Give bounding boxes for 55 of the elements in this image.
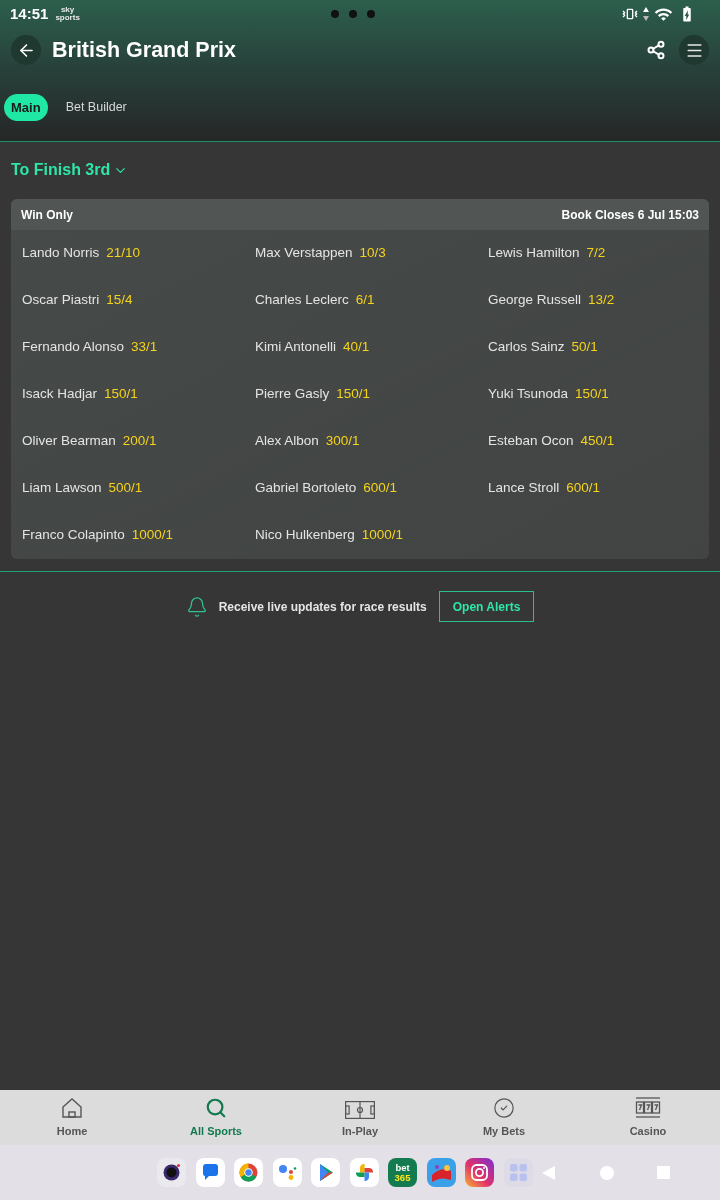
selection-button[interactable]: Nico Hulkenberg 1000/1 (255, 512, 404, 559)
selection-button[interactable]: Carlos Sainz 50/1 (488, 324, 598, 371)
pitch-icon (345, 1100, 375, 1119)
selection-button[interactable]: George Russell 13/2 (488, 277, 615, 324)
selection-button[interactable]: Pierre Gasly 150/1 (255, 371, 371, 418)
open-alerts-button[interactable]: Open Alerts (438, 591, 535, 622)
nav-tab[interactable]: Casino (576, 1090, 720, 1145)
alert-message: Receive live updates for race results (218, 598, 427, 616)
selection-button[interactable]: Lewis Hamilton 7/2 (488, 230, 606, 277)
camera-outline-icon[interactable] (465, 1158, 494, 1187)
back-button[interactable] (11, 35, 41, 65)
candy-icon[interactable] (426, 1158, 456, 1187)
selection-button[interactable]: Franco Colapinto 1000/1 (22, 512, 174, 559)
selection-button[interactable]: Yuki Tsunoda 150/1 (488, 371, 609, 418)
menu-button[interactable] (679, 35, 709, 65)
camera-dots-icon (331, 10, 375, 18)
chat-bubble-icon[interactable] (195, 1158, 225, 1187)
data-arrows-icon (643, 7, 649, 21)
selection-button[interactable]: Charles Leclerc 6/1 (255, 277, 375, 324)
selection-button[interactable]: Esteban Ocon 450/1 (488, 418, 615, 465)
selection-button[interactable]: Lance Stroll 600/1 (488, 465, 601, 512)
bell-icon (185, 595, 208, 618)
camera-app-icon[interactable] (157, 1158, 186, 1187)
search-icon (205, 1096, 227, 1119)
tab[interactable]: Main (4, 94, 48, 121)
check-circle-icon (493, 1096, 515, 1119)
pinwheel-icon[interactable] (349, 1158, 379, 1187)
tab[interactable]: Bet Builder (63, 94, 129, 121)
share-icon (646, 40, 666, 60)
nav-tab[interactable]: In-Play (288, 1090, 432, 1145)
selection-button[interactable]: Liam Lawson 500/1 (22, 465, 143, 512)
bet-type-label: Win Only (21, 206, 73, 224)
clock-time: 14:51 (10, 3, 49, 24)
nav-tab[interactable]: All Sports (144, 1090, 288, 1145)
page-title: British Grand Prix (52, 36, 236, 64)
market-dropdown[interactable]: To Finish 3rd (11, 160, 129, 180)
book-closes-label: Book Closes 6 Jul 15:03 (561, 206, 699, 224)
house-icon (61, 1096, 83, 1119)
app-shortcut[interactable]: bet 365 (388, 1158, 417, 1187)
selection-button[interactable]: Oliver Bearman 200/1 (22, 418, 157, 465)
nav-tab[interactable]: Home (0, 1090, 144, 1145)
selection-button[interactable]: Lando Norris 21/10 (22, 230, 141, 277)
selection-button[interactable]: Gabriel Bortoleto 600/1 (255, 465, 398, 512)
selection-button[interactable]: Alex Albon 300/1 (255, 418, 360, 465)
selection-button[interactable]: Oscar Piastri 15/4 (22, 277, 133, 324)
selection-button[interactable]: Max Verstappen 10/3 (255, 230, 386, 277)
selection-button[interactable]: Fernando Alonso 33/1 (22, 324, 158, 371)
back-triangle-icon (542, 1165, 555, 1180)
selection-button[interactable]: Isack Hadjar 150/1 (22, 371, 138, 418)
colored-dots-icon[interactable] (272, 1158, 302, 1187)
slot-machine-icon (635, 1096, 661, 1119)
nav-tab[interactable]: My Bets (432, 1090, 576, 1145)
selection-button[interactable]: Kimi Antonelli 40/1 (255, 324, 370, 371)
vibrate-icon (622, 6, 638, 22)
notification-logo-text: sky sports (55, 6, 80, 22)
